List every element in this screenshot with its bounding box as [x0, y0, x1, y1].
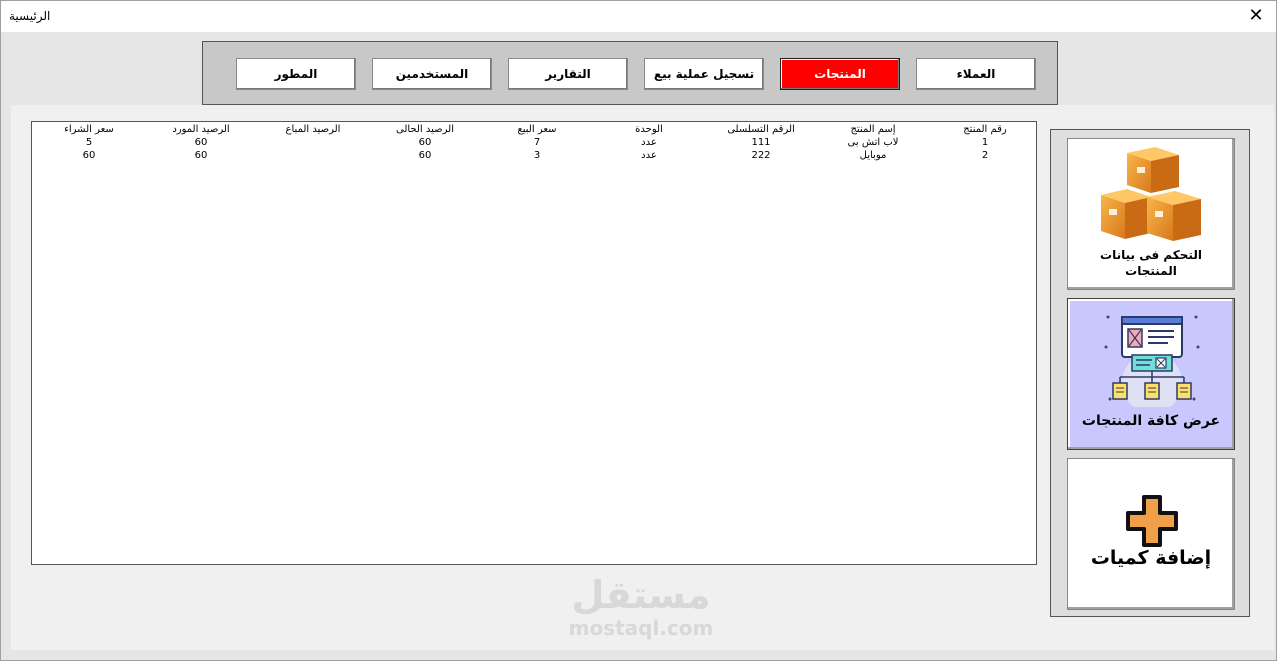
table-row[interactable]: 1 لاب اتش بى 111 عدد 7 60 60 5: [32, 137, 1036, 149]
header-sale-price: سعر البيع: [517, 124, 557, 135]
nav-record-sale-button[interactable]: تسجيل عملية بيع: [644, 58, 764, 90]
header-current-balance: الرصيد الحالى: [396, 124, 454, 135]
close-icon[interactable]: ✕: [1244, 4, 1268, 28]
header-purchase-price: سعر الشراء: [64, 124, 114, 135]
watermark-logo-text: مستقل: [571, 573, 711, 617]
top-nav: العملاء المنتجات تسجيل عملية بيع التقاري…: [202, 41, 1058, 105]
plus-icon: [1126, 495, 1178, 547]
add-quantities-button[interactable]: إضافة كميات: [1067, 458, 1235, 610]
cell-current-balance: 60: [418, 150, 432, 161]
product-list-icon: [1104, 315, 1200, 407]
cell-serial: 222: [751, 150, 771, 161]
cell-sale-price: 7: [533, 137, 541, 148]
add-quantities-label: إضافة كميات: [1090, 547, 1212, 569]
cell-unit: عدد: [641, 137, 657, 148]
cell-serial: 111: [751, 137, 771, 148]
header-serial: الرقم التسلسلى: [727, 124, 795, 135]
nav-reports-button[interactable]: التقارير: [508, 58, 628, 90]
cell-sale-price: 3: [533, 150, 541, 161]
products-listbox[interactable]: رقم المنتج إسم المنتج الرقم التسلسلى الو…: [31, 121, 1037, 565]
header-unit: الوحدة: [635, 124, 663, 135]
nav-customers-button[interactable]: العملاء: [916, 58, 1036, 90]
list-header-row: رقم المنتج إسم المنتج الرقم التسلسلى الو…: [32, 124, 1036, 136]
manage-products-button[interactable]: التحكم فى بيانات المنتجات: [1067, 138, 1235, 290]
cell-product-name: لاب اتش بى: [847, 137, 899, 148]
show-all-products-label: عرض كافة المنتجات: [1081, 413, 1221, 429]
watermark: مستقل mostaql.com: [561, 573, 721, 639]
watermark-domain: mostaql.com: [568, 616, 714, 640]
nav-developer-button[interactable]: المطور: [236, 58, 356, 90]
cell-product-id: 2: [981, 150, 989, 161]
cell-purchase-price: 5: [85, 137, 93, 148]
boxes-icon: [1101, 147, 1201, 241]
header-product-id: رقم المنتج: [963, 124, 1007, 135]
cell-product-name: موبايل: [859, 150, 887, 161]
manage-products-label-line2: المنتجات: [1125, 264, 1177, 278]
cell-supplied-balance: 60: [194, 137, 208, 148]
nav-users-button[interactable]: المستخدمين: [372, 58, 492, 90]
show-all-products-button[interactable]: عرض كافة المنتجات: [1067, 298, 1235, 450]
manage-products-label-line1: التحكم فى بيانات: [1100, 248, 1202, 262]
cell-purchase-price: 60: [82, 150, 96, 161]
title-bar: الرئيسية ✕: [1, 1, 1276, 32]
window-title: الرئيسية: [9, 9, 51, 23]
table-row[interactable]: 2 موبايل 222 عدد 3 60 60 60: [32, 150, 1036, 162]
side-panel: التحكم فى بيانات المنتجات عرض كافة المنت…: [1050, 129, 1250, 617]
header-sold-balance: الرصيد المباع: [285, 124, 341, 135]
cell-unit: عدد: [641, 150, 657, 161]
header-product-name: إسم المنتج: [850, 124, 896, 135]
header-supplied-balance: الرصيد المورد: [172, 124, 230, 135]
main-window: الرئيسية ✕ العملاء المنتجات تسجيل عملية …: [0, 0, 1277, 661]
cell-product-id: 1: [981, 137, 989, 148]
nav-products-button[interactable]: المنتجات: [780, 58, 900, 90]
cell-current-balance: 60: [418, 137, 432, 148]
cell-supplied-balance: 60: [194, 150, 208, 161]
